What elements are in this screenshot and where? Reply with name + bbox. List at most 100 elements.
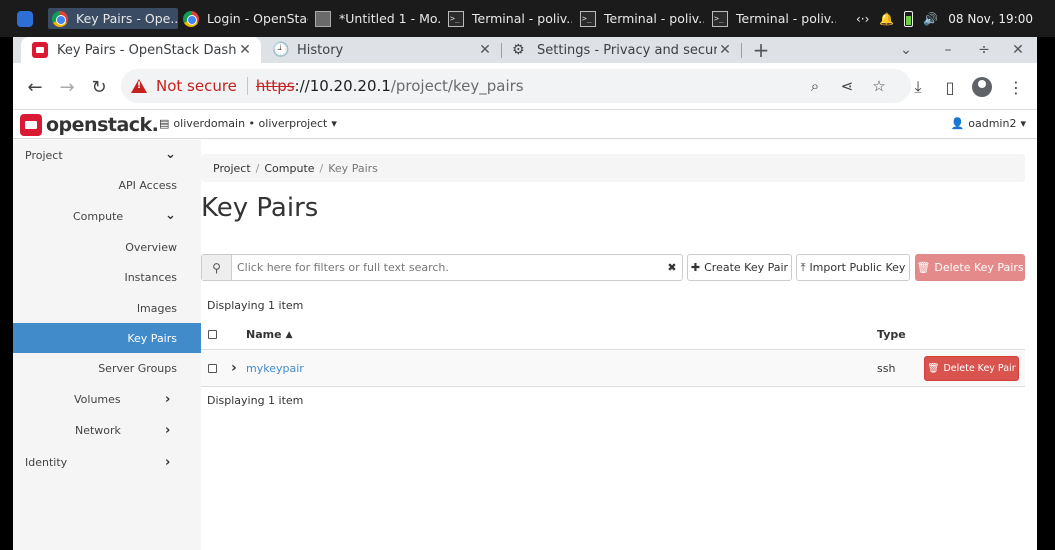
filter-search-group: ⚲ ✖	[201, 254, 683, 281]
new-tab-button[interactable]: +	[746, 37, 776, 63]
chevron-right-icon: ›	[165, 422, 171, 438]
delete-key-pair-button[interactable]: 🗑 Delete Key Pair	[924, 356, 1019, 381]
chevron-right-icon: ›	[165, 391, 171, 407]
share-icon[interactable]: ⋖	[835, 74, 859, 98]
terminal-icon: >_	[712, 10, 728, 27]
tab-settings[interactable]: ⚙ Settings - Privacy and security ✕	[501, 37, 741, 63]
gear-icon: ⚙	[512, 42, 525, 58]
close-window-button[interactable]: ✕	[1003, 37, 1033, 63]
tab-search-chevron-down-icon[interactable]: ⌄	[891, 37, 921, 63]
back-arrow-icon[interactable]: ←	[23, 75, 47, 99]
document-editor-icon	[315, 10, 331, 27]
delete-key-pairs-button[interactable]: 🗑 Delete Key Pairs	[915, 254, 1025, 281]
trash-icon: 🗑	[916, 261, 931, 274]
app-menu-icon[interactable]	[17, 8, 37, 29]
system-tray: ‹·› 🔔 🔊 08 Nov, 19:00	[856, 8, 1033, 29]
profile-button[interactable]	[970, 75, 994, 99]
browser-toolbar: ← → ↻ Not secure https ://10.20.20.1 /pr…	[13, 63, 1037, 110]
close-tab-icon[interactable]: ✕	[237, 42, 253, 58]
download-icon[interactable]: ⤓	[906, 75, 930, 99]
table-header: Name ▲ Type	[201, 320, 1025, 350]
upload-icon: ⤒	[800, 260, 806, 274]
bell-icon[interactable]: 🔔	[879, 12, 894, 26]
security-label[interactable]: Not secure	[156, 77, 237, 95]
chrome-icon	[52, 10, 68, 27]
sidebar-item-compute[interactable]: Compute ⌄	[13, 201, 201, 231]
reload-icon[interactable]: ↻	[87, 75, 111, 99]
create-key-pair-button[interactable]: ✚ Create Key Pair	[687, 254, 792, 281]
tab-history[interactable]: 🕘 History ✕	[261, 37, 501, 63]
breadcrumb-compute[interactable]: Compute	[264, 162, 314, 175]
sidebar: Project ⌄ API Access Compute ⌄ Overview …	[13, 140, 201, 550]
warning-icon[interactable]	[131, 79, 147, 93]
sidebar-item-volumes[interactable]: Volumes ›	[13, 384, 201, 414]
sidebar-item-project[interactable]: Project ⌄	[13, 140, 201, 170]
column-header-type[interactable]: Type	[877, 320, 906, 349]
taskbar-item-keypairs[interactable]: Key Pairs - Ope...	[48, 8, 178, 29]
tab-divider	[741, 43, 742, 58]
keypair-name-link[interactable]: mykeypair	[246, 350, 304, 386]
url-host: ://10.20.20.1	[294, 77, 391, 95]
maximize-button[interactable]: ÷	[969, 37, 999, 63]
openstack-header: openstack. ▤ oliverdomain • oliverprojec…	[13, 110, 1037, 139]
chevron-right-icon: ›	[165, 454, 171, 470]
plus-icon: ✚	[690, 261, 701, 274]
server-icon: ▤	[159, 117, 170, 130]
breadcrumb-current: Key Pairs	[328, 161, 378, 175]
search-input[interactable]	[232, 255, 662, 280]
volume-icon[interactable]: 🔊	[923, 12, 938, 26]
kebab-menu-icon[interactable]: ⋮	[1004, 75, 1028, 99]
expand-row-chevron-right-icon[interactable]: ›	[231, 350, 237, 386]
sidebar-item-api-access[interactable]: API Access	[13, 170, 201, 200]
sidebar-item-instances[interactable]: Instances	[13, 262, 201, 292]
clock[interactable]: 08 Nov, 19:00	[948, 12, 1033, 26]
sidebar-item-server-groups[interactable]: Server Groups	[13, 353, 201, 383]
openstack-favicon-icon	[32, 42, 48, 58]
openstack-logo[interactable]: openstack.	[20, 114, 159, 136]
user-menu-dropdown[interactable]: 👤 oadmin2 ▾	[951, 117, 1026, 130]
taskbar-item-login[interactable]: Login - OpenStac...	[183, 8, 308, 29]
keypair-type: ssh	[877, 361, 896, 375]
row-checkbox[interactable]	[208, 364, 217, 373]
tab-key-pairs[interactable]: Key Pairs - OpenStack Dashboard ✕	[21, 37, 261, 63]
sidebar-item-identity[interactable]: Identity ›	[13, 447, 201, 477]
search-icon[interactable]: ⚲	[202, 255, 232, 280]
breadcrumb: Project / Compute / Key Pairs	[201, 154, 1025, 182]
bookmark-star-icon[interactable]: ☆	[867, 74, 891, 98]
minimize-button[interactable]: –	[933, 37, 963, 63]
url-path: /project/key_pairs	[390, 77, 524, 95]
taskbar-item-terminal-1[interactable]: >_ Terminal - poliv...	[448, 8, 572, 29]
close-tab-icon[interactable]: ✕	[477, 42, 493, 58]
chevron-down-icon: ⌄	[165, 208, 176, 223]
taskbar-item-untitled[interactable]: *Untitled 1 - Mo...	[315, 8, 441, 29]
sidebar-item-network[interactable]: Network ›	[13, 415, 201, 445]
page-viewport: openstack. ▤ oliverdomain • oliverprojec…	[13, 110, 1037, 550]
taskbar-item-terminal-3[interactable]: >_ Terminal - poliv...	[712, 8, 836, 29]
address-bar[interactable]: Not secure https ://10.20.20.1 /project/…	[121, 69, 911, 103]
history-icon: 🕘	[272, 42, 290, 58]
openstack-logo-icon	[20, 114, 42, 136]
taskbar-item-terminal-2[interactable]: >_ Terminal - poliv...	[580, 8, 704, 29]
omnibox-divider	[246, 77, 248, 95]
browser-tab-strip: Key Pairs - OpenStack Dashboard ✕ 🕘 Hist…	[13, 37, 1037, 63]
sidebar-item-overview[interactable]: Overview	[13, 232, 201, 262]
caret-down-icon: ▾	[331, 117, 337, 130]
project-selector-dropdown[interactable]: ▤ oliverdomain • oliverproject ▾	[159, 117, 337, 130]
chrome-icon	[183, 10, 199, 27]
caret-down-icon: ▾	[1020, 117, 1026, 130]
url-scheme: https	[255, 77, 295, 95]
battery-icon[interactable]	[904, 10, 914, 27]
side-panel-icon[interactable]: ▯	[938, 75, 962, 99]
network-icon[interactable]: ‹·›	[856, 12, 869, 26]
clear-search-icon[interactable]: ✖	[662, 255, 682, 280]
sidebar-item-key-pairs[interactable]: Key Pairs	[13, 323, 201, 353]
column-header-name[interactable]: Name ▲	[246, 320, 292, 349]
item-count-bottom: Displaying 1 item	[207, 394, 304, 407]
zoom-icon[interactable]: ⌕	[803, 74, 827, 98]
close-tab-icon[interactable]: ✕	[717, 42, 733, 58]
select-all-checkbox[interactable]	[208, 330, 217, 339]
forward-arrow-icon[interactable]: →	[55, 75, 79, 99]
breadcrumb-project[interactable]: Project	[213, 162, 251, 175]
sidebar-item-images[interactable]: Images	[13, 293, 201, 323]
import-public-key-button[interactable]: ⤒ Import Public Key	[796, 254, 910, 281]
